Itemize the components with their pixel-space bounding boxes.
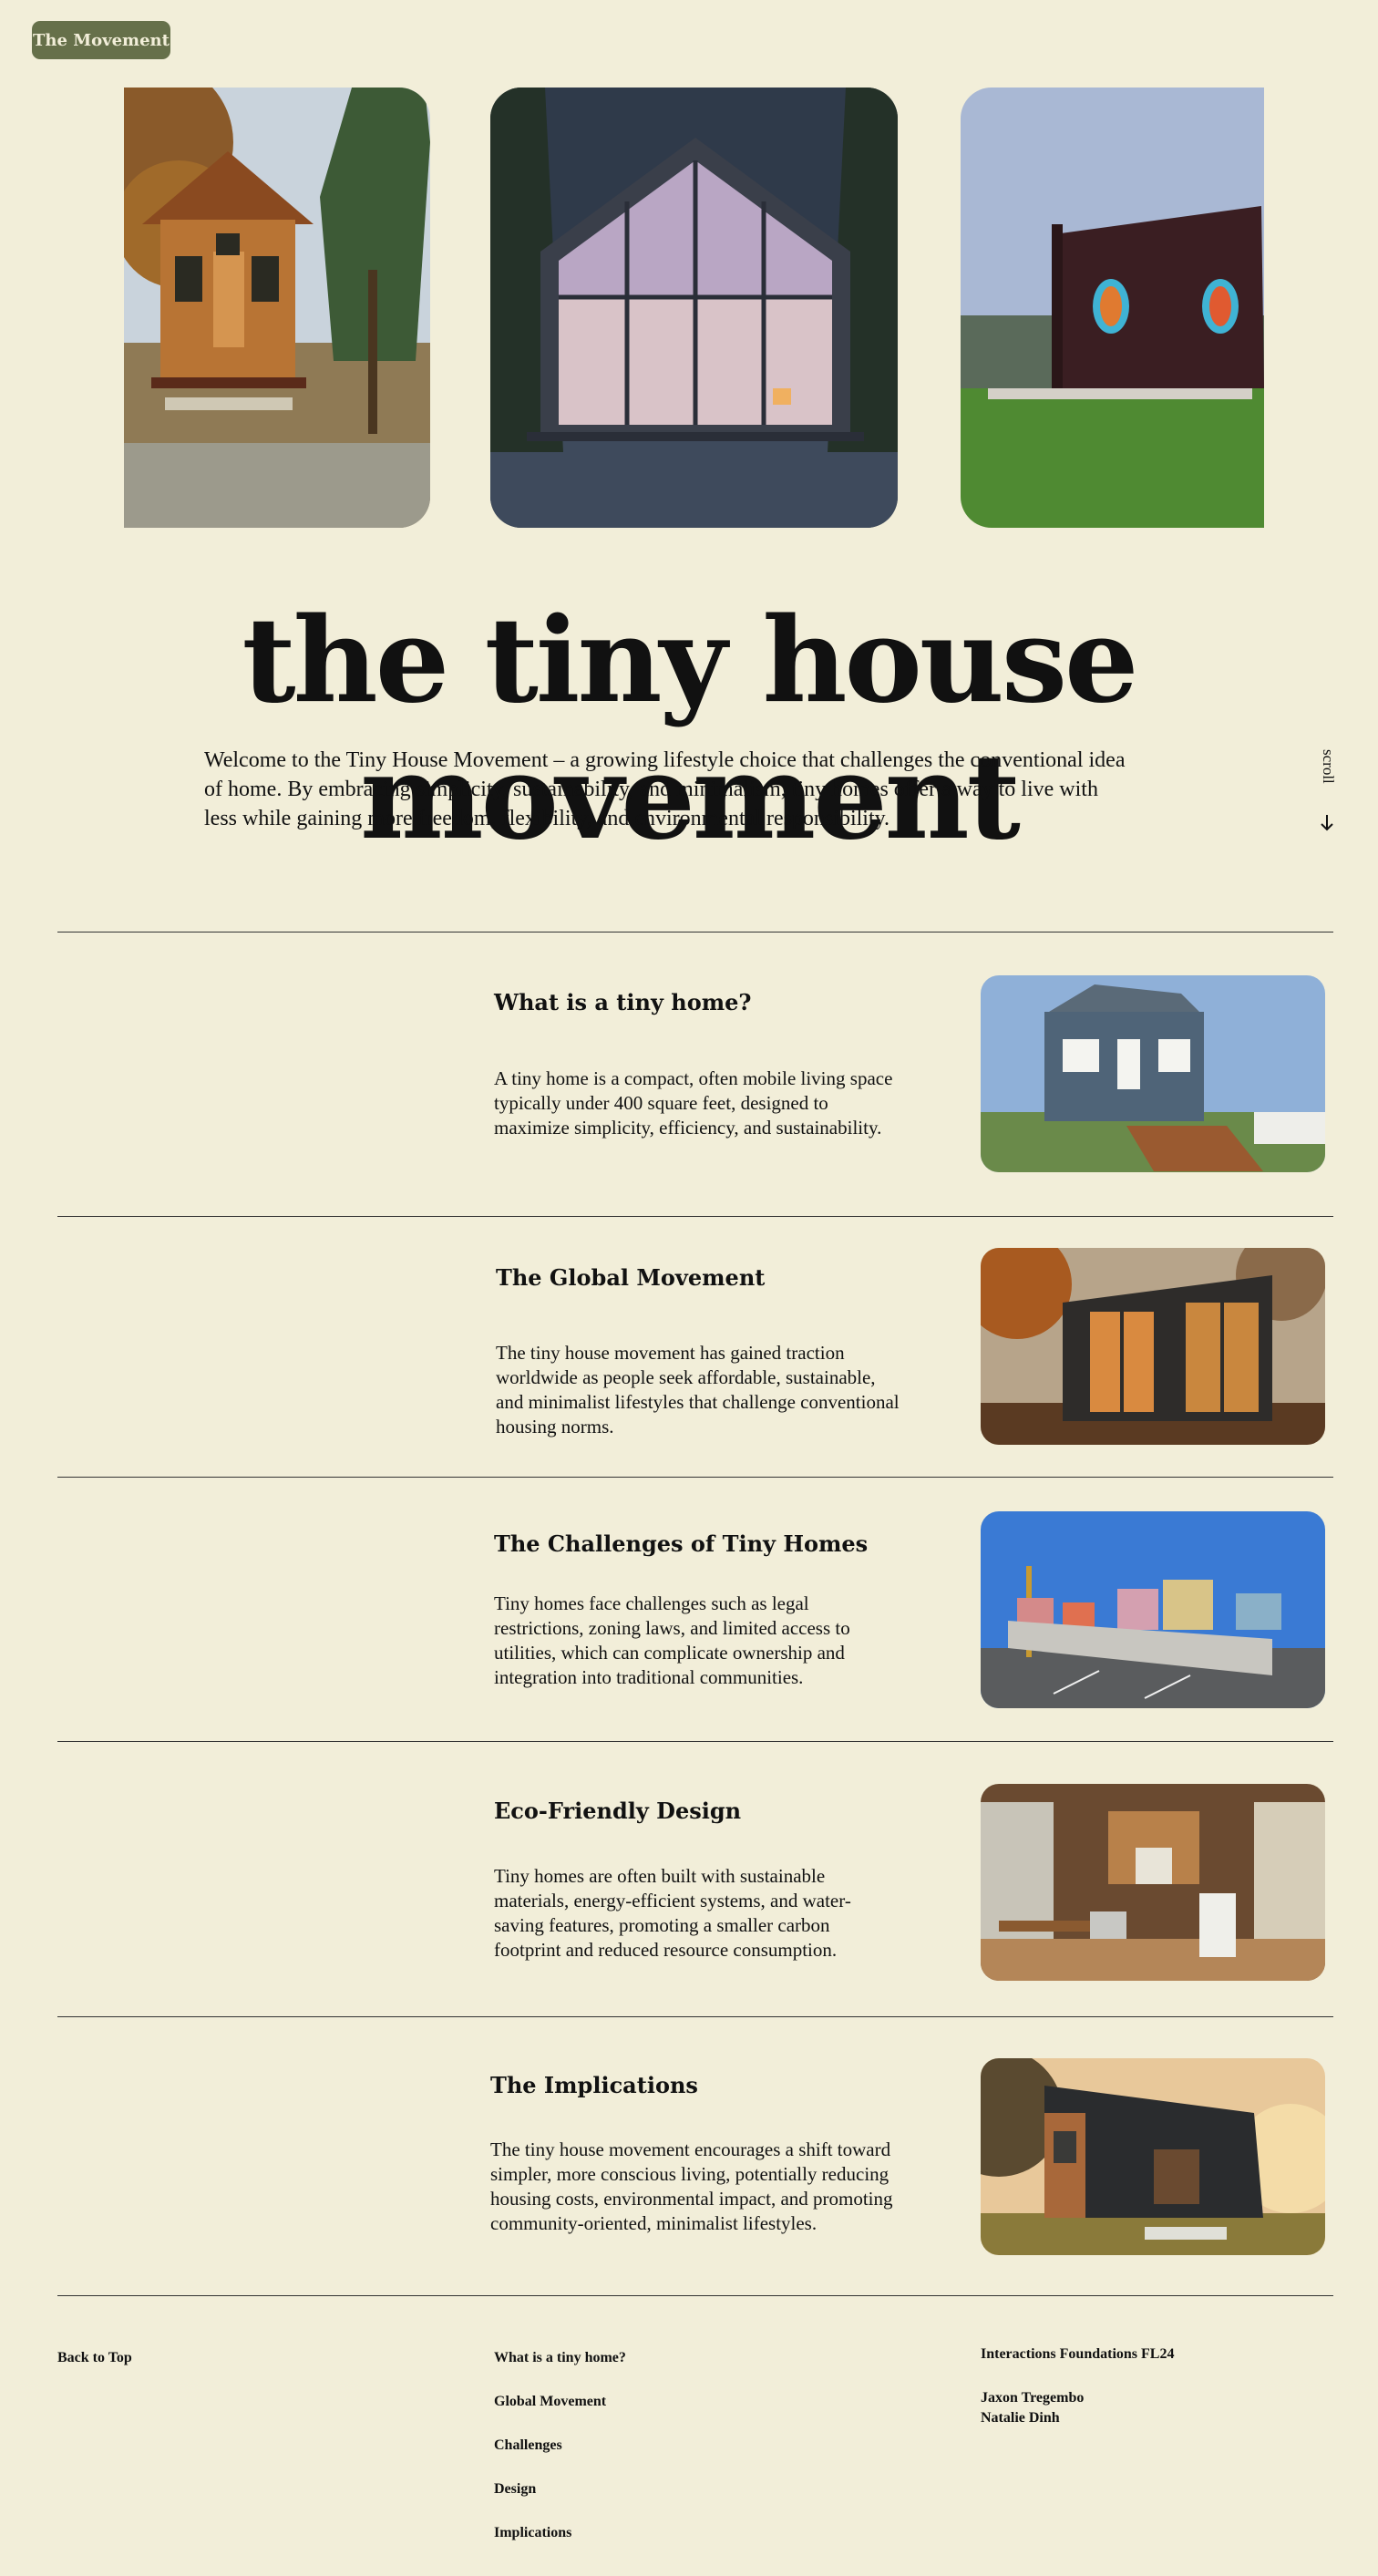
body-line: simpler, more conscious living, potentia… [490,2163,890,2185]
section-body: Tiny homes are often built with sustaina… [494,1864,851,1963]
section-divider [57,1741,1333,1742]
intro-line: less while gaining more freedom, flexibi… [204,807,890,830]
body-line: housing costs, environmental impact, and… [490,2188,893,2210]
hero-image-wooden-tiny-house [124,88,430,528]
body-line: restrictions, zoning laws, and limited a… [494,1617,850,1639]
body-line: community-oriented, minimalist lifestyle… [490,2212,818,2234]
footer-link-design[interactable]: Design [494,2481,536,2498]
body-line: utilities, which can complicate ownershi… [494,1642,845,1664]
back-to-top-link[interactable]: Back to Top [57,2350,132,2366]
body-line: housing norms. [496,1416,614,1437]
footer-link-what-is[interactable]: What is a tiny home? [494,2350,626,2366]
section-divider [57,1477,1333,1478]
hero-image-dark-cube-house [961,88,1264,528]
section-divider [57,1216,1333,1217]
footer-link-global-movement[interactable]: Global Movement [494,2394,606,2410]
intro-line: of home. By embracing simplicity, sustai… [204,778,1098,801]
intro-paragraph: Welcome to the Tiny House Movement – a g… [204,746,1234,833]
section-divider [57,2295,1333,2296]
section-image-blue-tiny-house [981,975,1325,1172]
body-line: worldwide as people seek affordable, sus… [496,1366,876,1388]
section-image-cabin-interior [981,1784,1325,1981]
section-title-implications: The Implications [490,2072,698,2098]
section-body: The tiny house movement encourages a shi… [490,2138,893,2236]
body-line: maximize simplicity, efficiency, and sus… [494,1117,882,1139]
section-title-challenges: The Challenges of Tiny Homes [494,1530,869,1557]
the-movement-button[interactable]: The Movement [32,21,170,59]
body-line: A tiny home is a compact, often mobile l… [494,1067,893,1089]
arrow-down-icon[interactable] [1316,809,1338,835]
section-divider [57,932,1333,933]
section-body: Tiny homes face challenges such as legal… [494,1592,850,1690]
author-name: Jaxon Tregembo [981,2390,1085,2406]
section-image-black-tiny-house [981,2058,1325,2255]
body-line: Tiny homes are often built with sustaina… [494,1865,826,1887]
body-line: and minimalist lifestyles that challenge… [496,1391,900,1413]
section-title-what-is-tiny-home: What is a tiny home? [494,989,752,1015]
section-title-global-movement: The Global Movement [496,1264,766,1291]
body-line: The tiny house movement has gained tract… [496,1342,845,1364]
hero-image-glass-cabin [490,88,898,528]
section-title-eco-friendly: Eco-Friendly Design [494,1798,742,1824]
section-image-tiny-home-lot [981,1511,1325,1708]
section-image-cabin-at-dusk [981,1248,1325,1445]
section-body: A tiny home is a compact, often mobile l… [494,1066,892,1140]
body-line: footprint and reduced resource consumpti… [494,1939,838,1961]
body-line: typically under 400 square feet, designe… [494,1092,828,1114]
intro-line: Welcome to the Tiny House Movement – a g… [204,748,1126,772]
section-divider [57,2016,1333,2017]
author-name: Natalie Dinh [981,2410,1060,2426]
body-line: The tiny house movement encourages a shi… [490,2138,891,2160]
body-line: Tiny homes face challenges such as legal [494,1592,809,1614]
body-line: integration into traditional communities… [494,1666,804,1688]
body-line: saving features, promoting a smaller car… [494,1914,830,1936]
scroll-label[interactable]: scroll [1316,749,1340,804]
course-title: Interactions Foundations FL24 [981,2346,1175,2362]
body-line: materials, energy-efficient systems, and… [494,1890,851,1911]
footer-link-implications[interactable]: Implications [494,2525,571,2541]
section-body: The tiny house movement has gained tract… [496,1341,900,1439]
footer-link-challenges[interactable]: Challenges [494,2437,562,2454]
